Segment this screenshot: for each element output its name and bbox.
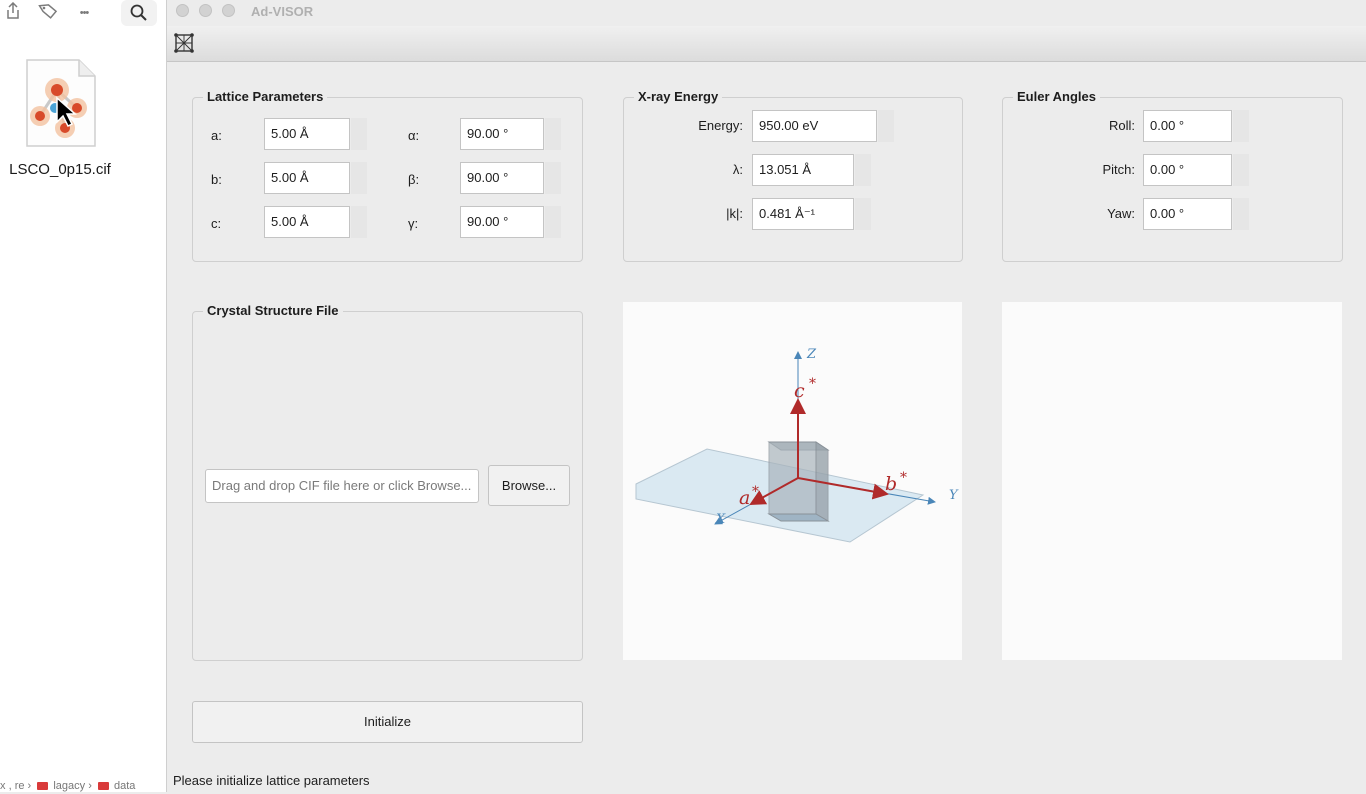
energy-field[interactable]: 950.00 eV — [752, 110, 877, 142]
yaw-field[interactable]: 0.00 ° — [1143, 198, 1232, 230]
pitch-field[interactable]: 0.00 ° — [1143, 154, 1232, 186]
cif-drop-field[interactable]: Drag and drop CIF file here or click Bro… — [205, 469, 479, 503]
gamma-field[interactable]: 90.00 ° — [460, 206, 544, 238]
path-segment[interactable]: x — [0, 780, 6, 792]
geometry-view[interactable]: Z Y X c * b * a * — [623, 302, 962, 660]
a-field[interactable]: 5.00 Å — [264, 118, 350, 150]
x-axis-label: X — [715, 512, 726, 527]
xray-energy-title: X-ray Energy — [634, 89, 723, 104]
k-spinner[interactable] — [855, 198, 871, 230]
zoom-window-button[interactable] — [222, 4, 235, 17]
c-star-superscript: * — [809, 376, 816, 392]
tag-icon[interactable] — [37, 2, 59, 24]
window-title: Ad-VISOR — [251, 4, 314, 19]
finder-panel: ••• LSCO_0p15.cif x , re › lagacy › data — [0, 0, 167, 792]
lambda-label: λ: — [732, 162, 743, 177]
k-field[interactable]: 0.481 Å⁻¹ — [752, 198, 854, 230]
lambda-field[interactable]: 13.051 Å — [752, 154, 854, 186]
path-segment[interactable]: lagacy — [53, 780, 85, 792]
gamma-label: γ: — [408, 216, 419, 231]
y-axis-label: Y — [949, 488, 959, 503]
lambda-spinner[interactable] — [855, 154, 871, 186]
z-axis-label: Z — [806, 347, 817, 362]
energy-spinner[interactable] — [878, 110, 894, 142]
toolbar — [167, 26, 1366, 62]
a-star-label: a — [739, 487, 750, 509]
pitch-spinner[interactable] — [1233, 154, 1249, 186]
close-window-button[interactable] — [176, 4, 189, 17]
beta-field[interactable]: 90.00 ° — [460, 162, 544, 194]
more-icon[interactable]: ••• — [73, 2, 95, 24]
k-label: |k|: — [726, 206, 743, 221]
yaw-spinner[interactable] — [1233, 198, 1249, 230]
beta-spinner[interactable] — [545, 162, 561, 194]
minimize-window-button[interactable] — [199, 4, 212, 17]
share-icon[interactable] — [2, 1, 24, 24]
roll-field[interactable]: 0.00 ° — [1143, 110, 1232, 142]
pitch-label: Pitch: — [1102, 162, 1135, 177]
path-segment[interactable]: data — [114, 780, 135, 792]
folder-icon — [37, 782, 49, 790]
c-field[interactable]: 5.00 Å — [264, 206, 350, 238]
a-star-superscript: * — [752, 484, 759, 500]
b-star-label: b — [885, 473, 897, 495]
browse-button[interactable]: Browse... — [488, 465, 570, 506]
c-label: c: — [211, 216, 222, 231]
alpha-spinner[interactable] — [545, 118, 561, 150]
a-spinner[interactable] — [351, 118, 367, 150]
beta-label: β: — [408, 172, 420, 187]
b-spinner[interactable] — [351, 162, 367, 194]
search-icon[interactable] — [121, 0, 157, 26]
alpha-label: α: — [408, 128, 420, 143]
crystal-structure-title: Crystal Structure File — [203, 303, 343, 318]
title-bar: Ad-VISOR — [167, 0, 1366, 24]
detector-view[interactable] — [1002, 302, 1342, 660]
lattice-icon[interactable] — [173, 32, 195, 54]
initialize-button[interactable]: Initialize — [192, 701, 583, 743]
folder-icon — [97, 782, 109, 790]
b-field[interactable]: 5.00 Å — [264, 162, 350, 194]
b-label: b: — [211, 172, 222, 187]
c-spinner[interactable] — [351, 206, 367, 238]
energy-label: Energy: — [698, 118, 743, 133]
alpha-field[interactable]: 90.00 ° — [460, 118, 544, 150]
lattice-parameters-title: Lattice Parameters — [203, 89, 328, 104]
finder-toolbar: ••• — [0, 0, 166, 28]
status-bar: Please initialize lattice parameters — [173, 773, 370, 788]
euler-angles-title: Euler Angles — [1013, 89, 1100, 104]
a-label: a: — [211, 128, 222, 143]
cif-file-icon[interactable] — [25, 58, 97, 148]
cursor-icon — [56, 96, 77, 128]
file-name[interactable]: LSCO_0p15.cif — [0, 161, 120, 178]
app-window: Ad-VISOR Lattice Parameters a: 5.00 Å b:… — [167, 0, 1366, 792]
gamma-spinner[interactable] — [545, 206, 561, 238]
path-segment[interactable]: re — [15, 780, 25, 792]
roll-spinner[interactable] — [1233, 110, 1249, 142]
yaw-label: Yaw: — [1107, 206, 1135, 221]
roll-label: Roll: — [1108, 118, 1135, 133]
b-star-superscript: * — [900, 470, 907, 486]
c-star-label: c — [794, 380, 805, 402]
